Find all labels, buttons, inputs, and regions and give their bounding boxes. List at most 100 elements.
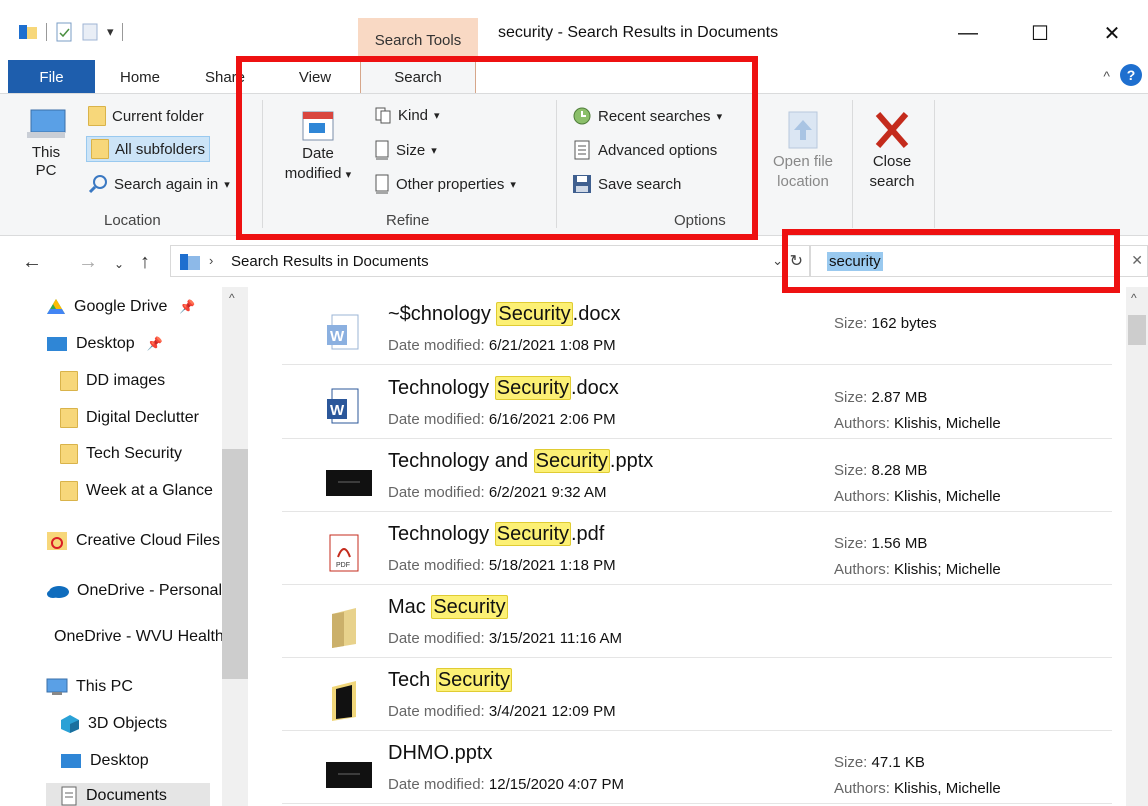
- result-row[interactable]: Tech Security Date modified: 3/4/2021 12:…: [282, 659, 1112, 731]
- nav-item-desktop-pc[interactable]: Desktop: [60, 747, 240, 775]
- ribbon-divider: [852, 100, 853, 228]
- size-label: Size:: [834, 315, 868, 332]
- nav-scroll-thumb[interactable]: [222, 449, 248, 679]
- file-name[interactable]: ~$chnology Security .docx: [388, 302, 620, 326]
- date-modified-label: Date modified:: [388, 337, 485, 354]
- search-again-button[interactable]: Search again in ▾: [88, 174, 250, 194]
- back-arrow-icon[interactable]: ←: [22, 251, 42, 274]
- date-modified-button[interactable]: Date modified ▾: [276, 108, 360, 185]
- nav-item-documents[interactable]: Documents: [46, 783, 210, 806]
- subfolders-icon: [91, 139, 109, 159]
- recent-searches-button[interactable]: Recent searches ▾: [572, 106, 722, 126]
- nav-item-onedrive-wvu[interactable]: OneDrive - WVU Health: [46, 623, 222, 651]
- authors-value: Klishis, Michelle: [894, 488, 1001, 505]
- advanced-options-button[interactable]: Advanced options: [572, 140, 717, 160]
- open-file-location-button[interactable]: Open file location: [764, 108, 842, 192]
- search-match-highlight: Security: [494, 376, 571, 400]
- file-size: Size: 47.1 KB: [834, 754, 925, 771]
- nav-item-tech-security[interactable]: Tech Security: [60, 440, 240, 468]
- results-scrollbar[interactable]: ^: [1126, 287, 1148, 806]
- kind-icon: [375, 107, 391, 124]
- search-icon: [88, 175, 107, 194]
- pin-icon[interactable]: 📌: [179, 299, 195, 315]
- nav-item-label: Digital Declutter: [86, 409, 199, 426]
- nav-item-google-drive[interactable]: Google Drive 📌: [46, 293, 226, 321]
- close-label: Close: [872, 153, 912, 170]
- tab-search[interactable]: Search: [360, 60, 476, 94]
- current-folder-button[interactable]: Current folder: [88, 106, 204, 126]
- scroll-up-icon[interactable]: ^: [229, 291, 235, 305]
- navigation-pane: Google Drive 📌 Desktop 📌 DD images Digital…: [0, 287, 248, 806]
- other-properties-button[interactable]: Other properties ▾: [374, 174, 516, 194]
- size-value: 162 bytes: [871, 315, 937, 332]
- minimize-button[interactable]: —: [932, 14, 1004, 52]
- results-scroll-thumb[interactable]: [1128, 315, 1146, 345]
- result-row[interactable]: PDF Technology Security .pdf Date modified:…: [282, 513, 1112, 585]
- result-row[interactable]: Technology and Security .pptx Date modifie…: [282, 440, 1112, 512]
- explorer-icon[interactable]: [18, 23, 38, 41]
- close-x-icon: [875, 112, 909, 148]
- nav-item-desktop[interactable]: Desktop 📌: [46, 330, 226, 358]
- search-box[interactable]: security ✕: [810, 245, 1148, 277]
- result-row[interactable]: DHMO.pptx Date modified: 12/15/2020 4:07 …: [282, 732, 1112, 804]
- new-folder-icon[interactable]: [81, 22, 99, 42]
- svg-text:W: W: [330, 402, 345, 419]
- tab-view[interactable]: View: [270, 60, 360, 94]
- folder-icon: [60, 408, 78, 428]
- recent-locations-icon[interactable]: ⌄: [114, 257, 124, 271]
- file-name[interactable]: Technology Security .pdf: [388, 522, 605, 546]
- nav-scrollbar[interactable]: ^: [222, 287, 248, 806]
- nav-item-onedrive-personal[interactable]: OneDrive - Personal: [46, 577, 222, 605]
- up-arrow-icon[interactable]: ↑: [140, 251, 150, 274]
- tab-file[interactable]: File: [8, 60, 95, 94]
- nav-item-creative-cloud[interactable]: Creative Cloud Files: [46, 527, 222, 555]
- tab-share[interactable]: Share: [190, 60, 260, 94]
- kind-button[interactable]: Kind ▾: [374, 106, 440, 124]
- result-row[interactable]: Mac Security Date modified: 3/15/2021 11:…: [282, 586, 1112, 658]
- scroll-up-icon[interactable]: ^: [1131, 291, 1137, 305]
- title-bar: ▾ Search Tools security - Search Results…: [0, 0, 1148, 56]
- this-pc-button[interactable]: This PC: [14, 104, 78, 180]
- pin-icon[interactable]: 📌: [147, 336, 163, 352]
- breadcrumb-chevron-icon[interactable]: ›: [209, 253, 213, 268]
- clear-search-icon[interactable]: ✕: [1131, 252, 1143, 269]
- breadcrumb[interactable]: Search Results in Documents: [231, 253, 429, 270]
- size-button[interactable]: Size ▾: [374, 140, 437, 160]
- minimize-ribbon-icon[interactable]: ^: [1103, 68, 1110, 84]
- save-search-label: Save search: [598, 175, 682, 193]
- address-bar[interactable]: › Search Results in Documents ⌄ ↻: [170, 245, 810, 277]
- customize-qat-icon[interactable]: ▾: [107, 24, 114, 40]
- file-name[interactable]: Tech Security: [388, 668, 513, 692]
- close-button[interactable]: ✕: [1076, 14, 1148, 52]
- result-row[interactable]: W Technology Security .docx Date modified: …: [282, 367, 1112, 439]
- maximize-button[interactable]: ☐: [1004, 14, 1076, 52]
- address-dropdown-icon[interactable]: ⌄: [772, 253, 783, 269]
- file-name[interactable]: Technology and Security .pptx: [388, 449, 653, 473]
- help-icon[interactable]: ?: [1120, 64, 1142, 86]
- search-input[interactable]: security: [827, 251, 883, 271]
- result-row[interactable]: W ~$chnology Security .docx Date modified: …: [282, 293, 1112, 365]
- close-search-button[interactable]: Close search: [858, 108, 926, 192]
- creative-cloud-icon: [47, 532, 67, 550]
- nav-item-dd-images[interactable]: DD images: [60, 367, 240, 395]
- date-modified: Date modified: 3/15/2021 11:16 AM: [388, 630, 622, 647]
- nav-item-week-at-a-glance[interactable]: Week at a Glance: [60, 477, 222, 505]
- file-size: Size: 8.28 MB: [834, 462, 927, 479]
- save-search-button[interactable]: Save search: [572, 174, 681, 194]
- nav-item-3d-objects[interactable]: 3D Objects: [60, 710, 240, 738]
- tab-home[interactable]: Home: [100, 60, 180, 94]
- file-name[interactable]: Technology Security .docx: [388, 376, 619, 400]
- folder-icon: [60, 481, 78, 501]
- properties-icon[interactable]: [55, 22, 73, 42]
- nav-item-digital-declutter[interactable]: Digital Declutter: [60, 404, 240, 432]
- nav-item-this-pc[interactable]: This PC: [46, 673, 226, 701]
- file-size: Size: 2.87 MB: [834, 389, 927, 406]
- forward-arrow-icon[interactable]: →: [78, 251, 98, 274]
- refresh-icon[interactable]: ↻: [790, 251, 803, 271]
- file-extension: .pdf: [571, 523, 605, 545]
- all-subfolders-button[interactable]: All subfolders: [86, 136, 211, 162]
- file-name[interactable]: DHMO.pptx: [388, 742, 492, 765]
- nav-item-label: Desktop: [90, 752, 149, 769]
- date-modified-label: Date modified:: [388, 484, 485, 501]
- file-name[interactable]: Mac Security: [388, 595, 508, 619]
